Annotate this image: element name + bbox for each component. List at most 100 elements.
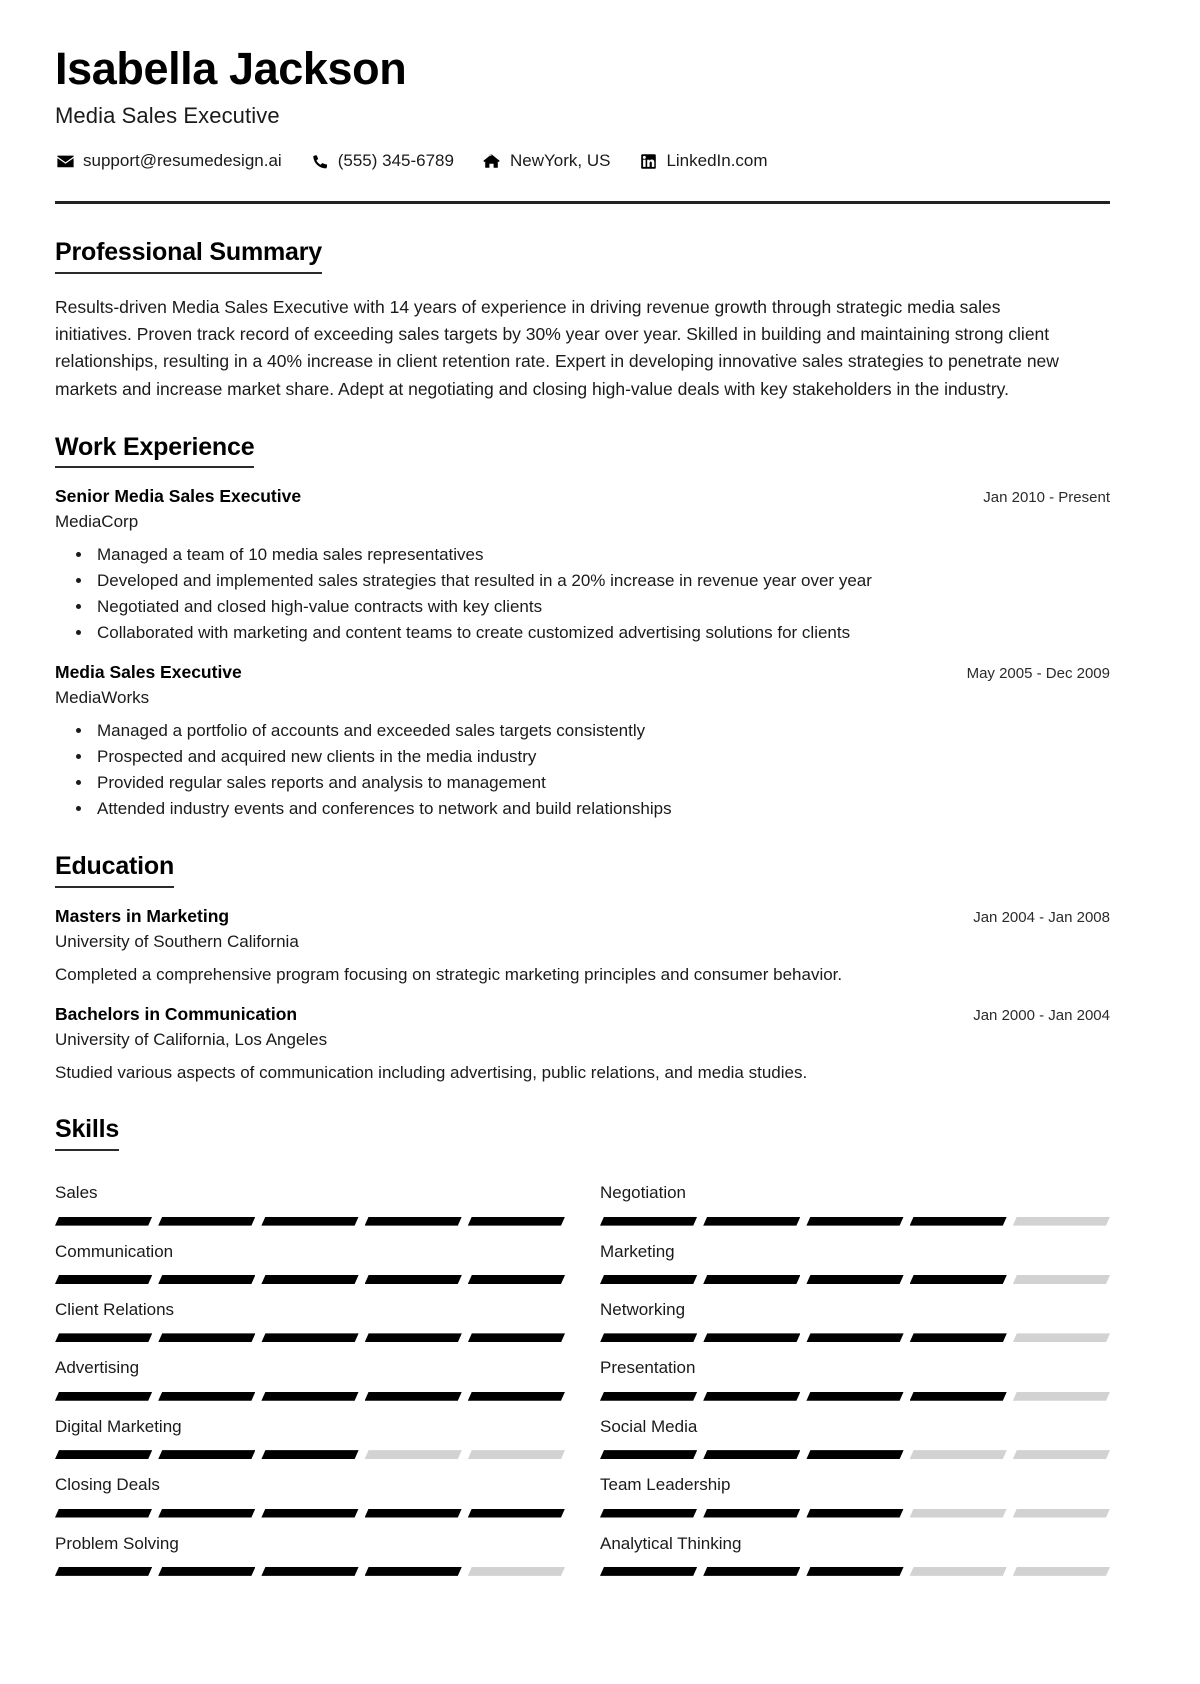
skill-level-segment — [703, 1333, 800, 1342]
skill-level-segment — [806, 1392, 903, 1401]
job-bullet: Prospected and acquired new clients in t… — [93, 744, 1110, 770]
contact-text: NewYork, US — [509, 151, 611, 171]
skill-level-segment — [600, 1450, 697, 1459]
skill-level-segment — [158, 1217, 255, 1226]
skill-level-segment — [55, 1392, 152, 1401]
skill-level-bar — [55, 1567, 565, 1576]
company-name: MediaWorks — [55, 688, 150, 708]
skill-level-segment — [468, 1392, 565, 1401]
skill-level-segment — [261, 1509, 358, 1518]
skill-level-bar — [600, 1567, 1110, 1576]
skill-name: Problem Solving — [55, 1533, 179, 1553]
contact-text: (555) 345-6789 — [337, 151, 454, 171]
skills-grid: Sales Negotiation Communication Marketing Cl… — [55, 1167, 1110, 1576]
skill-level-segment — [703, 1275, 800, 1284]
job-bullet: Collaborated with marketing and content … — [93, 620, 1110, 646]
skill-level-segment — [55, 1217, 152, 1226]
skill-level-segment — [806, 1509, 903, 1518]
skill-level-segment — [55, 1567, 152, 1576]
skill-item: Problem Solving — [55, 1518, 565, 1576]
skill-level-segment — [703, 1567, 800, 1576]
skill-level-segment — [910, 1567, 1007, 1576]
resume-page: Isabella Jackson Media Sales Executive s… — [0, 0, 1200, 1684]
experience-entry: Senior Media Sales Executive Jan 2010 - P… — [55, 486, 1110, 646]
skill-level-segment — [365, 1275, 462, 1284]
skill-level-bar — [55, 1392, 565, 1401]
skill-name: Social Media — [600, 1416, 698, 1436]
degree-description: Studied various aspects of communication… — [55, 1062, 808, 1082]
skill-item: Social Media — [600, 1401, 1110, 1459]
skill-level-segment — [600, 1509, 697, 1518]
job-bullet: Managed a team of 10 media sales represe… — [93, 542, 1110, 568]
skill-level-segment — [910, 1275, 1007, 1284]
skill-level-segment — [910, 1392, 1007, 1401]
resume-header: Isabella Jackson Media Sales Executive s… — [55, 43, 1110, 171]
skill-level-segment — [261, 1567, 358, 1576]
skill-level-segment — [55, 1333, 152, 1342]
experience-list: Senior Media Sales Executive Jan 2010 - P… — [55, 486, 1110, 822]
job-title: Senior Media Sales Executive — [55, 486, 302, 507]
skill-name: Advertising — [55, 1358, 140, 1378]
skill-level-segment — [55, 1275, 152, 1284]
experience-entry: Media Sales Executive May 2005 - Dec 2009… — [55, 662, 1110, 822]
skill-level-segment — [1013, 1567, 1110, 1576]
skill-level-segment — [703, 1509, 800, 1518]
skill-level-bar — [55, 1509, 565, 1518]
skill-level-segment — [703, 1392, 800, 1401]
section-title-skills: Skills — [55, 1115, 119, 1152]
job-date-range: May 2005 - Dec 2009 — [966, 665, 1110, 683]
job-bullet: Developed and implemented sales strategi… — [93, 568, 1110, 594]
skill-level-segment — [55, 1450, 152, 1459]
skill-name: Marketing — [600, 1241, 675, 1261]
skill-level-segment — [261, 1275, 358, 1284]
skill-item: Communication — [55, 1226, 565, 1284]
skill-level-segment — [1013, 1509, 1110, 1518]
skill-level-bar — [55, 1217, 565, 1226]
skill-name: Analytical Thinking — [600, 1533, 742, 1553]
contact-item-envelope[interactable]: support@resumedesign.ai — [55, 151, 282, 171]
skill-level-bar — [600, 1275, 1110, 1284]
degree-title: Bachelors in Communication — [55, 1003, 298, 1024]
envelope-icon — [55, 153, 75, 170]
contact-item-phone[interactable]: (555) 345-6789 — [310, 151, 454, 171]
skill-level-segment — [910, 1450, 1007, 1459]
skill-item: Negotiation — [600, 1167, 1110, 1225]
skill-level-segment — [158, 1333, 255, 1342]
job-bullet: Provided regular sales reports and analy… — [93, 770, 1110, 796]
skill-name: Networking — [600, 1299, 686, 1319]
skill-level-segment — [261, 1333, 358, 1342]
education-entry: Bachelors in Communication Jan 2000 - Jan… — [55, 1004, 1110, 1086]
skill-level-segment — [703, 1450, 800, 1459]
skill-level-segment — [600, 1217, 697, 1226]
skill-level-segment — [806, 1450, 903, 1459]
skill-item: Analytical Thinking — [600, 1518, 1110, 1576]
contact-item-linkedin[interactable]: LinkedIn.com — [638, 151, 768, 171]
section-education: Education Masters in Marketing Jan 2004 -… — [55, 852, 1110, 1085]
linkedin-icon — [638, 153, 658, 170]
skill-level-bar — [55, 1450, 565, 1459]
skill-level-segment — [158, 1509, 255, 1518]
skill-level-segment — [1013, 1275, 1110, 1284]
skill-level-segment — [158, 1567, 255, 1576]
skill-item: Marketing — [600, 1226, 1110, 1284]
entry-header: Bachelors in Communication Jan 2000 - Jan… — [55, 1004, 1110, 1025]
skill-level-segment — [910, 1217, 1007, 1226]
education-entry: Masters in Marketing Jan 2004 - Jan 2008 U… — [55, 906, 1110, 988]
skill-level-segment — [468, 1567, 565, 1576]
skill-level-segment — [910, 1333, 1007, 1342]
job-date-range: Jan 2010 - Present — [983, 489, 1110, 507]
skill-level-segment — [468, 1450, 565, 1459]
skill-name: Sales — [55, 1183, 98, 1203]
home-icon — [482, 153, 502, 170]
candidate-job-title: Media Sales Executive — [55, 103, 280, 129]
skill-level-segment — [1013, 1392, 1110, 1401]
skill-level-segment — [468, 1509, 565, 1518]
skill-level-segment — [703, 1217, 800, 1226]
skill-name: Closing Deals — [55, 1475, 160, 1495]
skill-item: Client Relations — [55, 1284, 565, 1342]
skill-name: Communication — [55, 1241, 174, 1261]
contact-item-home[interactable]: NewYork, US — [482, 151, 610, 171]
skill-level-segment — [1013, 1217, 1110, 1226]
candidate-name: Isabella Jackson — [55, 43, 407, 94]
skill-level-bar — [600, 1509, 1110, 1518]
